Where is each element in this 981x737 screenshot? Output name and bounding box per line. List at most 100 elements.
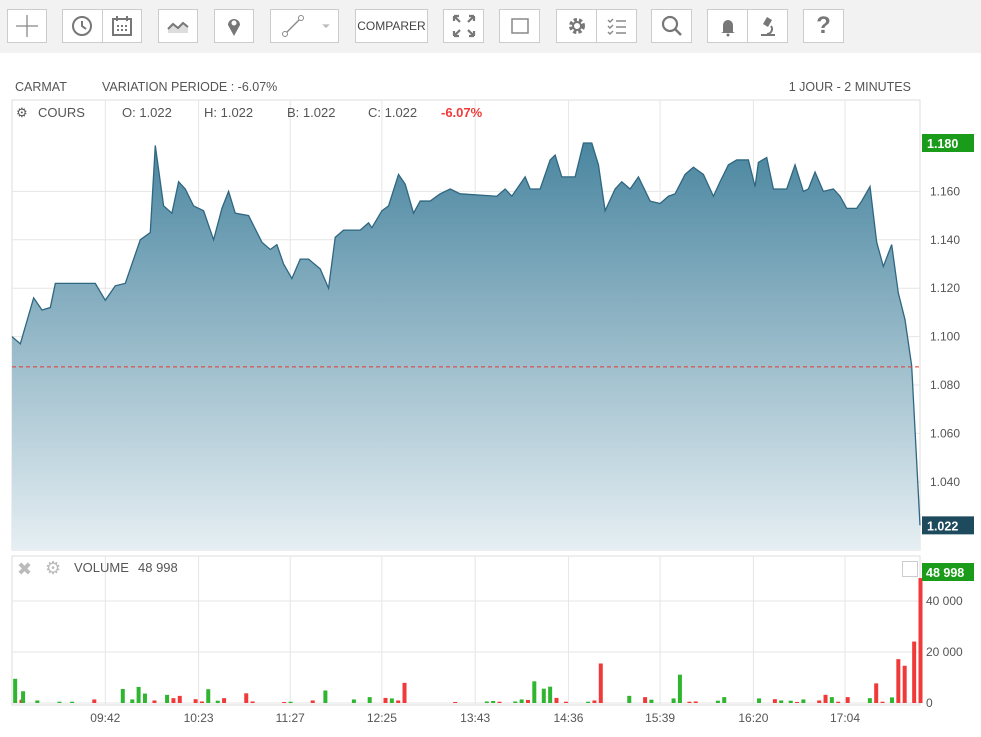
volume-bar <box>722 697 727 703</box>
price-tick-label: 1.160 <box>930 184 960 198</box>
volume-bar <box>402 682 407 703</box>
volume-bar <box>35 700 40 703</box>
volume-bar <box>13 678 18 703</box>
volume-bar <box>383 697 388 703</box>
time-tick-label: 12:25 <box>367 711 397 725</box>
high-value: H: 1.022 <box>204 105 254 120</box>
volume-bar <box>902 665 907 703</box>
volume-bar <box>836 701 841 703</box>
volume-bar <box>829 697 834 703</box>
volume-label: VOLUME <box>74 560 129 575</box>
volume-bar <box>880 701 885 703</box>
volume-bar <box>918 578 923 703</box>
volume-bar <box>206 689 211 703</box>
volume-bar <box>817 700 822 703</box>
volume-bar <box>541 688 546 703</box>
volume-badge-text: 48 998 <box>926 566 964 580</box>
volume-bar <box>912 641 917 703</box>
volume-tick-label: 40 000 <box>926 594 963 608</box>
volume-bar <box>845 697 850 703</box>
volume-bar <box>193 699 198 703</box>
volume-bar <box>120 688 125 703</box>
volume-bar <box>677 674 682 703</box>
volume-bar <box>757 698 762 703</box>
volume-panel <box>11 555 921 706</box>
volume-bar <box>772 699 777 703</box>
price-tick-label: 1.060 <box>930 426 960 440</box>
open-value: O: 1.022 <box>122 105 172 120</box>
last-price-badge-text: 1.022 <box>927 519 958 533</box>
volume-bar <box>554 697 559 703</box>
time-tick-label: 15:39 <box>645 711 675 725</box>
volume-bar <box>70 701 75 703</box>
volume-bar <box>152 700 157 703</box>
volume-bar <box>687 701 692 703</box>
volume-bar <box>671 698 676 703</box>
price-tick-label: 1.080 <box>930 378 960 392</box>
volume-bar <box>21 691 26 703</box>
volume-bar <box>142 693 147 703</box>
volume-bar <box>215 700 220 703</box>
volume-bar <box>519 699 524 703</box>
price-tick-label: 1.120 <box>930 281 960 295</box>
volume-bar <box>222 698 227 703</box>
price-tick-label: 1.140 <box>930 233 960 247</box>
volume-bar <box>795 701 800 703</box>
time-tick-label: 14:36 <box>553 711 583 725</box>
volume-bar <box>199 701 204 703</box>
close-value: C: 1.022 <box>368 105 418 120</box>
volume-tick-label: 0 <box>926 696 933 710</box>
volume-bar <box>250 701 255 703</box>
volume-bar <box>389 698 394 703</box>
cours-settings-icon[interactable]: ⚙ <box>16 105 28 121</box>
volume-bar <box>643 697 648 703</box>
volume-bar <box>513 701 518 703</box>
time-tick-label: 17:04 <box>830 711 860 725</box>
volume-bar <box>92 699 97 703</box>
volume-bar <box>649 699 654 703</box>
price-tick-label: 1.100 <box>930 330 960 344</box>
volume-bar <box>525 699 530 703</box>
volume-bar <box>177 695 182 703</box>
cours-label: COURS <box>38 105 85 120</box>
volume-bar <box>788 700 793 703</box>
volume-bar <box>801 699 806 703</box>
volume-bar <box>598 663 603 703</box>
volume-bar <box>165 694 170 703</box>
volume-bar <box>867 698 872 703</box>
volume-bar <box>171 698 176 703</box>
volume-bar <box>890 697 895 703</box>
volume-bar <box>779 700 784 703</box>
volume-tick-label: 20 000 <box>926 645 963 659</box>
close-icon[interactable]: ✖ <box>17 559 32 580</box>
volume-bar <box>136 686 141 703</box>
price-tick-label: 1.040 <box>930 475 960 489</box>
volume-bar <box>896 659 901 703</box>
volume-bar <box>563 701 568 703</box>
volume-bar <box>548 686 553 703</box>
volume-bar <box>288 701 293 703</box>
volume-bar <box>874 683 879 703</box>
volume-value: 48 998 <box>138 560 178 575</box>
volume-bar <box>497 701 502 703</box>
volume-bar <box>532 681 537 703</box>
volume-bar <box>396 700 401 703</box>
volume-checkbox[interactable] <box>902 561 918 577</box>
low-value: B: 1.022 <box>287 105 336 120</box>
volume-bar <box>57 701 62 703</box>
volume-bar <box>627 695 632 703</box>
change-value: -6.07% <box>441 105 483 120</box>
volume-bar <box>823 694 828 703</box>
volume-bar <box>491 700 496 703</box>
volume-settings-icon[interactable]: ⚙ <box>45 558 61 579</box>
volume-bar <box>130 699 135 703</box>
time-tick-label: 11:27 <box>276 711 305 725</box>
volume-bar <box>282 701 287 703</box>
high-price-badge-text: 1.180 <box>927 137 958 151</box>
volume-bar <box>323 690 328 703</box>
volume-bar <box>310 700 315 703</box>
time-tick-label: 10:23 <box>184 711 214 725</box>
price-area <box>12 143 920 550</box>
time-tick-label: 13:43 <box>460 711 490 725</box>
volume-bar <box>244 693 249 703</box>
